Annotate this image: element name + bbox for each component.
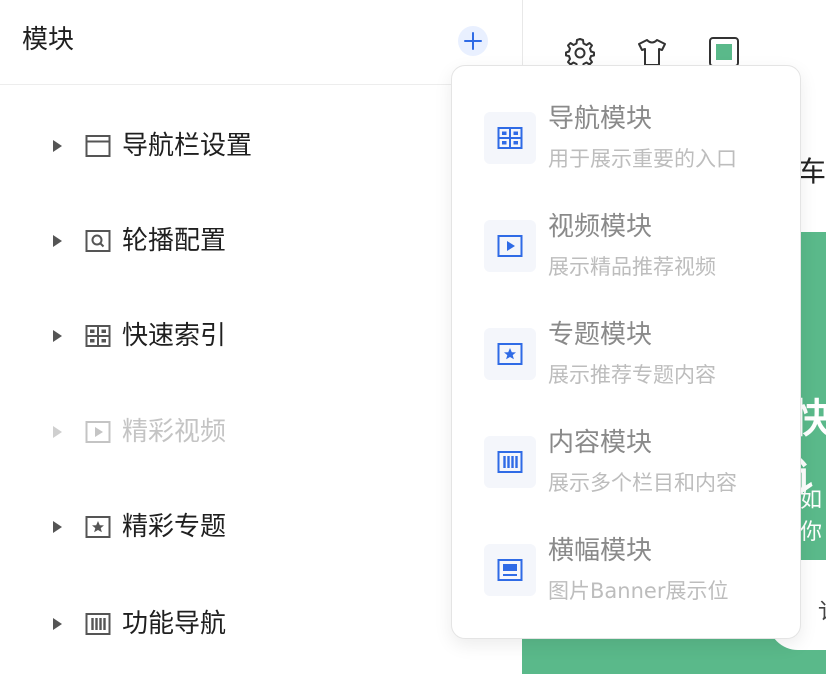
menu-item-content-module[interactable]: 内容模块 展示多个栏目和内容 — [452, 426, 800, 526]
columns-icon — [484, 436, 536, 488]
tree-item-featured-video[interactable]: 精彩视频 — [0, 404, 522, 460]
caret-right-icon[interactable] — [50, 328, 64, 344]
tree-item-label: 导航栏设置 — [122, 131, 253, 161]
caret-right-icon[interactable] — [50, 519, 64, 535]
star-icon — [484, 328, 536, 380]
tree-item-function-nav[interactable]: 功能导航 — [0, 596, 522, 652]
caret-right-icon[interactable] — [50, 138, 64, 154]
menu-item-banner-module[interactable]: 横幅模块 图片Banner展示位 — [452, 534, 800, 634]
panel-header: 模块 — [0, 0, 522, 85]
columns-icon — [84, 610, 112, 638]
tree-item-nav-settings[interactable]: 导航栏设置 — [0, 118, 522, 174]
menu-item-video-module[interactable]: 视频模块 展示精品推荐视频 — [452, 210, 800, 310]
grid-icon — [484, 112, 536, 164]
menu-item-topic-module[interactable]: 专题模块 展示推荐专题内容 — [452, 318, 800, 418]
preview-text: 车 — [798, 155, 826, 188]
menu-item-desc: 图片Banner展示位 — [548, 579, 729, 603]
window-icon — [84, 132, 112, 160]
tree-item-carousel[interactable]: 轮播配置 — [0, 213, 522, 269]
menu-item-desc: 展示推荐专题内容 — [548, 363, 716, 387]
menu-item-nav-module[interactable]: 导航模块 用于展示重要的入口 — [452, 102, 800, 202]
caret-right-icon[interactable] — [50, 616, 64, 632]
menu-item-title: 横幅模块 — [548, 536, 653, 566]
menu-item-title: 视频模块 — [548, 212, 653, 242]
image-search-icon — [84, 227, 112, 255]
caret-right-icon[interactable] — [50, 424, 64, 440]
tree-item-quick-index[interactable]: 快速索引 — [0, 308, 522, 364]
menu-item-title: 导航模块 — [548, 104, 653, 134]
menu-item-title: 内容模块 — [548, 428, 653, 458]
tree-item-label: 功能导航 — [122, 609, 227, 639]
tree-item-label: 精彩专题 — [122, 512, 227, 542]
tree-item-label: 快速索引 — [122, 321, 227, 351]
panel-title: 模块 — [22, 25, 75, 55]
menu-item-title: 专题模块 — [548, 320, 653, 350]
tree-item-label: 精彩视频 — [122, 417, 227, 447]
tree-item-featured-topic[interactable]: 精彩专题 — [0, 499, 522, 555]
menu-item-desc: 展示精品推荐视频 — [548, 255, 716, 279]
preview-card-text: 讠 — [818, 594, 826, 626]
play-icon — [84, 418, 112, 446]
play-icon — [484, 220, 536, 272]
tree-item-label: 轮播配置 — [122, 226, 227, 256]
menu-item-desc: 用于展示重要的入口 — [548, 147, 737, 171]
module-panel: 模块 导航栏设置 轮播配置 快速索引 精彩视频 精彩专题 功能导航 — [0, 0, 523, 674]
menu-item-desc: 展示多个栏目和内容 — [548, 471, 737, 495]
caret-right-icon[interactable] — [50, 233, 64, 249]
grid-icon — [84, 322, 112, 350]
preview-subtext: 如你 — [800, 488, 823, 545]
add-module-dropdown: 导航模块 用于展示重要的入口 视频模块 展示精品推荐视频 专题模块 展示推荐专题… — [451, 65, 801, 639]
add-module-button[interactable] — [458, 26, 488, 56]
plus-icon — [464, 32, 482, 50]
star-icon — [84, 513, 112, 541]
banner-icon — [484, 544, 536, 596]
